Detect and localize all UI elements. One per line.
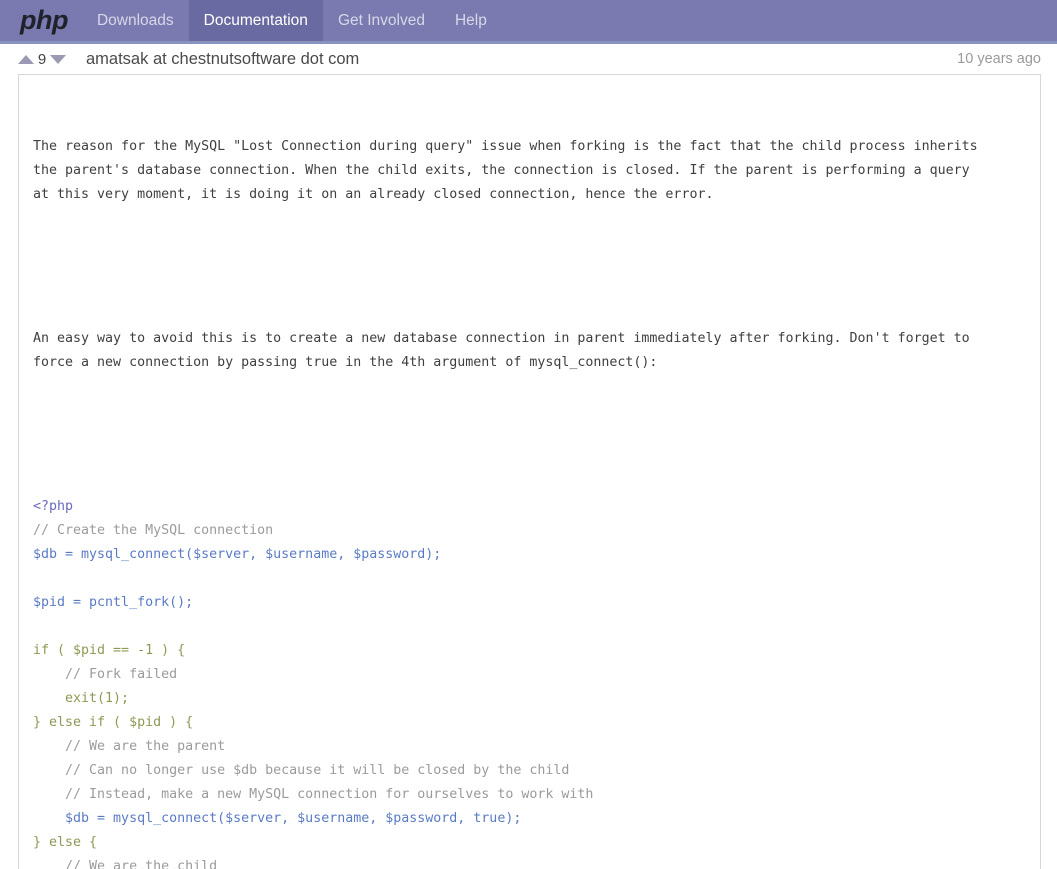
triangle-up-icon[interactable] [18, 54, 34, 64]
code-line: } else if ( $pid ) { [33, 715, 194, 730]
code-line: <?php [33, 499, 74, 514]
code-line: // Instead, make a new MySQL connection … [33, 787, 594, 802]
vote-controls: 9 [18, 51, 66, 68]
code-line: if ( $pid == -1 ) { [33, 643, 186, 658]
nav-item-downloads[interactable]: Downloads [82, 0, 189, 41]
note-paragraph-1: The reason for the MySQL "Lost Connectio… [33, 139, 978, 202]
note-author[interactable]: amatsak at chestnutsoftware dot com [86, 50, 957, 69]
nav-item-help[interactable]: Help [440, 0, 502, 41]
code-line: $pid = pcntl_fork(); [33, 595, 194, 610]
triangle-down-icon[interactable] [50, 54, 66, 64]
nav-item-documentation[interactable]: Documentation [188, 0, 323, 41]
top-navbar: php Downloads Documentation Get Involved… [0, 0, 1057, 44]
nav-item-get-involved[interactable]: Get Involved [323, 0, 440, 41]
code-line: $db = mysql_connect($server, $username, … [33, 547, 442, 562]
note-body: The reason for the MySQL "Lost Connectio… [19, 75, 1040, 869]
note-date: 10 years ago [957, 51, 1041, 67]
note-header: 9 amatsak at chestnutsoftware dot com 10… [0, 44, 1057, 74]
code-line: // We are the child [33, 859, 218, 869]
code-line: // We are the parent [33, 739, 226, 754]
code-line: // Can no longer use $db because it will… [33, 763, 570, 778]
code-line: $db = mysql_connect($server, $username, … [33, 811, 522, 826]
php-logo[interactable]: php [0, 0, 82, 41]
nav-items: Downloads Documentation Get Involved Hel… [82, 0, 502, 41]
code-line: // Fork failed [33, 667, 178, 682]
vote-count: 9 [37, 50, 47, 68]
code-line: } else { [33, 835, 98, 850]
note-paragraph-2: An easy way to avoid this is to create a… [33, 331, 970, 370]
code-line: exit(1); [33, 691, 130, 706]
note-body-container: The reason for the MySQL "Lost Connectio… [18, 74, 1041, 869]
code-line: // Create the MySQL connection [33, 523, 274, 538]
php-code-block: <?php // Create the MySQL connection $db =… [33, 495, 1026, 869]
